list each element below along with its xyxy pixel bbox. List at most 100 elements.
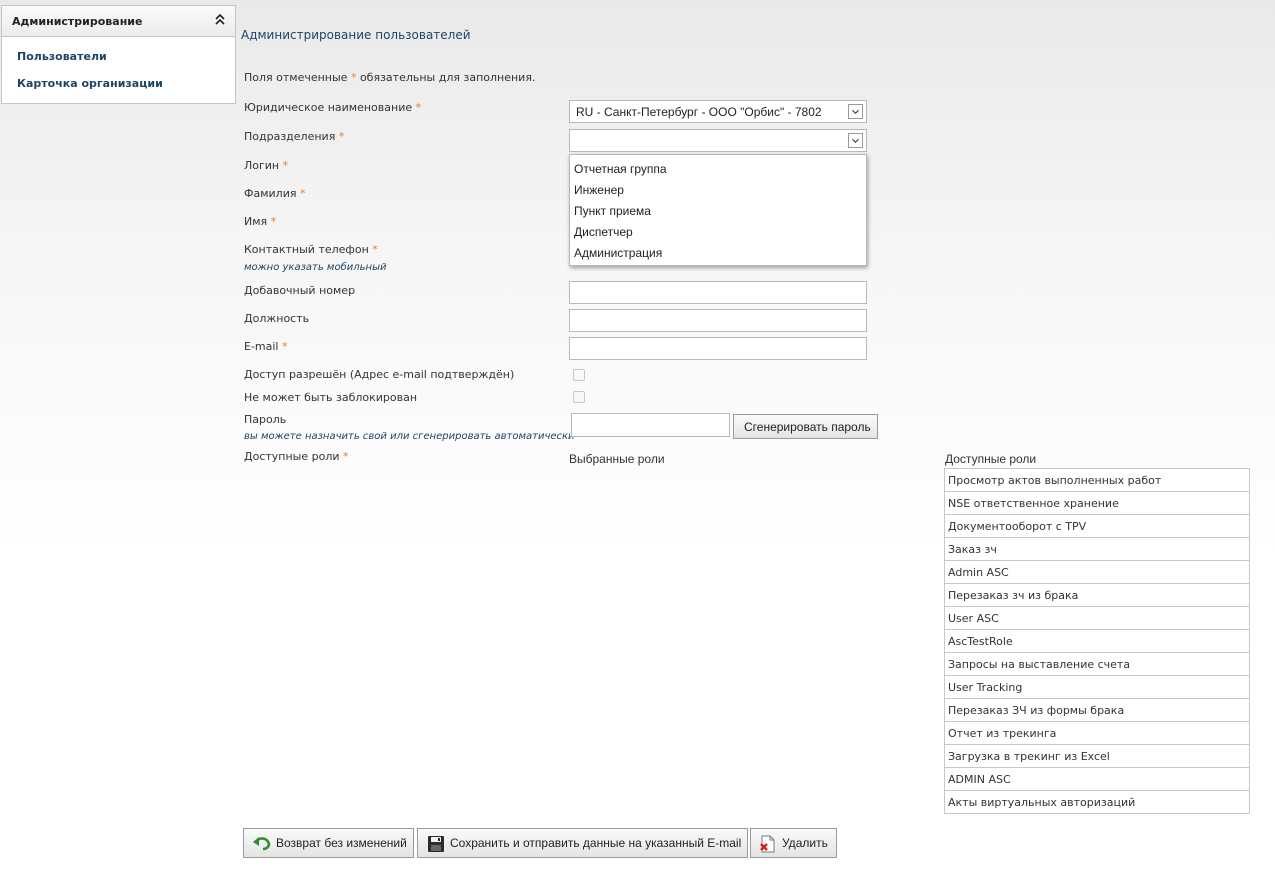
role-label: ADMIN ASC xyxy=(948,773,1011,786)
page-title: Администрирование пользователей xyxy=(241,28,471,42)
sidebar-header[interactable]: Администрирование xyxy=(2,6,235,37)
list-item[interactable]: User Tracking xyxy=(944,675,1250,698)
floppy-disk-icon xyxy=(428,836,444,852)
required-note-suffix: обязательны для заполнения. xyxy=(359,71,536,84)
email-label-text: E-mail xyxy=(244,340,279,353)
chevron-down-icon[interactable] xyxy=(848,104,863,119)
required-star: * xyxy=(343,450,349,463)
role-label: Акты виртуальных авторизаций xyxy=(948,796,1136,809)
list-item[interactable]: AscTestRole xyxy=(944,629,1250,652)
departments-dropdown: Отчетная группа Инженер Пункт приема Дис… xyxy=(569,154,867,266)
delete-button[interactable]: Удалить xyxy=(750,828,837,858)
available-roles-list: Просмотр актов выполненных работ NSE отв… xyxy=(944,468,1250,814)
required-star: * xyxy=(415,101,422,114)
back-button-label: Возврат без изменений xyxy=(276,836,407,850)
sidebar-item-organization-card[interactable]: Карточка организации xyxy=(17,77,163,90)
password-hint: вы можете назначить свой или сгенерирова… xyxy=(244,431,575,442)
list-item[interactable]: Просмотр актов выполненных работ xyxy=(944,468,1250,491)
required-star: * xyxy=(282,340,288,353)
save-send-button[interactable]: Сохранить и отправить данные на указанны… xyxy=(417,828,748,858)
role-label: NSE ответственное хранение xyxy=(948,497,1119,510)
dropdown-option[interactable]: Администрация xyxy=(574,246,662,260)
email-label: E-mail * xyxy=(244,340,288,353)
list-item[interactable]: Заказ зч xyxy=(944,537,1250,560)
login-label: Логин * xyxy=(244,159,288,172)
list-item[interactable]: Отчет из трекинга xyxy=(944,721,1250,744)
role-label: AscTestRole xyxy=(948,635,1013,648)
list-item[interactable]: Перезаказ ЗЧ из формы брака xyxy=(944,698,1250,721)
double-chevron-up-icon[interactable] xyxy=(215,13,225,27)
required-star: * xyxy=(372,243,378,256)
list-item[interactable]: Admin ASC xyxy=(944,560,1250,583)
departments-label: Подразделения * xyxy=(244,130,344,143)
cannot-block-label: Не может быть заблокирован xyxy=(244,391,418,404)
role-label: Загрузка в трекинг из Excel xyxy=(948,750,1110,763)
password-label: Пароль xyxy=(244,413,287,426)
delete-button-label: Удалить xyxy=(782,836,828,850)
access-allowed-checkbox[interactable] xyxy=(573,369,585,381)
list-item[interactable]: NSE ответственное хранение xyxy=(944,491,1250,514)
legal-name-label: Юридическое наименование * xyxy=(244,101,421,114)
access-allowed-label: Доступ разрешён (Адрес e-mail подтверждё… xyxy=(244,368,515,381)
role-label: User Tracking xyxy=(948,681,1023,694)
role-label: Заказ зч xyxy=(948,543,997,556)
chevron-down-icon[interactable] xyxy=(848,133,863,148)
legal-name-select[interactable]: RU - Санкт-Петербург - ООО "Орбис" - 780… xyxy=(569,100,867,123)
role-label: User ASC xyxy=(948,612,999,625)
cannot-block-checkbox[interactable] xyxy=(573,391,585,403)
role-label: Перезаказ зч из брака xyxy=(948,589,1079,602)
roles-label-text: Доступные роли xyxy=(244,450,340,463)
extension-label: Добавочный номер xyxy=(244,284,356,297)
required-star: * xyxy=(350,71,357,84)
back-button[interactable]: Возврат без изменений xyxy=(243,828,414,858)
role-label: Просмотр актов выполненных работ xyxy=(948,474,1162,487)
dropdown-option[interactable]: Диспетчер xyxy=(574,225,633,239)
role-label: Admin ASC xyxy=(948,566,1009,579)
name-label: Имя * xyxy=(244,215,276,228)
dropdown-option[interactable]: Пункт приема xyxy=(574,204,651,218)
sidebar-item-users[interactable]: Пользователи xyxy=(17,50,107,63)
required-star: * xyxy=(270,215,277,228)
position-label: Должность xyxy=(244,312,310,325)
required-star: * xyxy=(338,130,345,143)
generate-password-label: Сгенерировать пароль xyxy=(744,420,871,434)
legal-name-value: RU - Санкт-Петербург - ООО "Орбис" - 780… xyxy=(576,105,822,119)
password-input[interactable] xyxy=(571,413,730,437)
role-label: Документооборот с TPV xyxy=(948,520,1087,533)
required-note: Поля отмеченные * обязательны для заполн… xyxy=(244,71,535,84)
extension-input[interactable] xyxy=(569,281,867,304)
delete-document-icon xyxy=(760,835,775,853)
list-item[interactable]: Документооборот с TPV xyxy=(944,514,1250,537)
email-input[interactable] xyxy=(569,337,867,360)
roles-label: Доступные роли * xyxy=(244,450,349,463)
phone-label-text: Контактный телефон xyxy=(244,243,369,256)
list-item[interactable]: Загрузка в трекинг из Excel xyxy=(944,744,1250,767)
sidebar-title: Администрирование xyxy=(12,15,143,28)
generate-password-button[interactable]: Сгенерировать пароль xyxy=(733,414,878,439)
legal-name-label-text: Юридическое наименование xyxy=(244,101,413,114)
phone-hint: можно указать мобильный xyxy=(244,262,387,273)
required-star: * xyxy=(282,159,289,172)
selected-roles-header: Выбранные роли xyxy=(569,452,665,466)
list-item[interactable]: Запросы на выставление счета xyxy=(944,652,1250,675)
login-label-text: Логин xyxy=(244,159,280,172)
surname-label: Фамилия * xyxy=(244,187,305,200)
undo-arrow-icon xyxy=(253,837,271,851)
name-label-text: Имя xyxy=(244,215,268,228)
departments-label-text: Подразделения xyxy=(244,130,336,143)
list-item[interactable]: Акты виртуальных авторизаций xyxy=(944,790,1250,814)
role-label: Перезаказ ЗЧ из формы брака xyxy=(948,704,1125,717)
position-input[interactable] xyxy=(569,309,867,332)
available-roles-header: Доступные роли xyxy=(945,452,1037,466)
departments-select[interactable] xyxy=(569,129,867,152)
dropdown-option[interactable]: Инженер xyxy=(574,183,624,197)
required-note-prefix: Поля отмеченные xyxy=(244,71,348,84)
sidebar-panel: Администрирование Пользователи Карточка … xyxy=(1,5,236,104)
list-item[interactable]: Перезаказ зч из брака xyxy=(944,583,1250,606)
list-item[interactable]: ADMIN ASC xyxy=(944,767,1250,790)
save-send-button-label: Сохранить и отправить данные на указанны… xyxy=(450,836,742,850)
list-item[interactable]: User ASC xyxy=(944,606,1250,629)
surname-label-text: Фамилия xyxy=(244,187,297,200)
required-star: * xyxy=(299,187,306,200)
dropdown-option[interactable]: Отчетная группа xyxy=(574,162,667,176)
